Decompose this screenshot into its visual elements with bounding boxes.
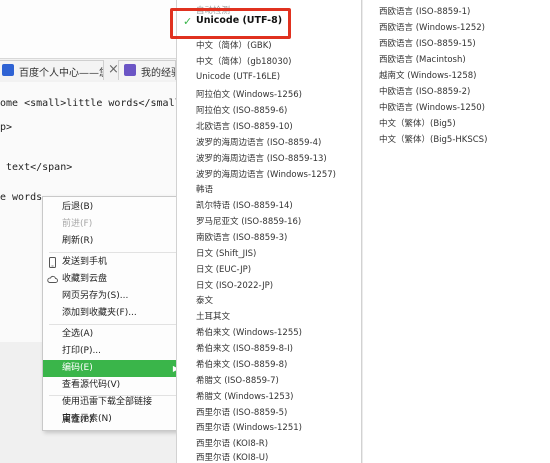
menu-item-label: 网页另存为(S)... (62, 291, 129, 301)
encoding-option[interactable]: 西里尔语 (Windows-1251) (196, 421, 361, 433)
encoding-option[interactable]: 西里尔语 (ISO-8859-5) (196, 406, 361, 418)
encoding-option[interactable]: 泰文 (196, 294, 361, 306)
encoding-option[interactable]: 波罗的海周边语言 (ISO-8859-4) (196, 136, 361, 148)
encoding-option[interactable]: 凯尔特语 (ISO-8859-14) (196, 199, 361, 211)
encoding-option[interactable]: 日文 (Shift_JIS) (196, 247, 361, 259)
tab-label: 百度个人中心——您在百... (19, 68, 103, 79)
encoding-option[interactable]: 中文（繁体）(Big5-HKSCS) (379, 133, 487, 145)
baidu-icon (2, 64, 14, 76)
encoding-option[interactable]: 中欧语言 (ISO-8859-2) (379, 85, 470, 97)
code-line: p> (0, 122, 13, 133)
code-line: ome <small>little words</small>. (0, 98, 193, 109)
menu-item-properties[interactable]: 属性(P) (43, 412, 186, 429)
encoding-option[interactable]: Unicode (UTF-16LE) (196, 72, 361, 82)
encoding-submenu: 自动检测 ✓ Unicode (UTF-8) 中文（简体）(GBK) 中文（简体… (176, 0, 362, 463)
menu-item-label: 前进(F) (62, 219, 93, 229)
encoding-option[interactable]: 西里尔语 (KOI8-U) (196, 451, 361, 463)
tab-my-experience[interactable]: 我的经验_个... (118, 60, 176, 80)
encoding-option[interactable]: 波罗的海周边语言 (Windows-1257) (196, 168, 361, 180)
menu-item-save-page-as[interactable]: 网页另存为(S)... (43, 288, 186, 305)
encoding-option[interactable]: 阿拉伯文 (Windows-1256) (196, 88, 361, 100)
encoding-option[interactable]: 日文 (ISO-2022-JP) (196, 279, 361, 291)
menu-item-back[interactable]: 后退(B) (43, 199, 186, 216)
tab-baidu-center[interactable]: 百度个人中心——您在百... (0, 60, 104, 80)
menu-item-label: 添加到收藏夹(F)... (62, 308, 137, 318)
menu-separator (49, 252, 179, 253)
encoding-submenu-column-2: 西欧语言 (ISO-8859-1) 西欧语言 (Windows-1252) 西欧… (362, 0, 550, 180)
menu-item-view-source[interactable]: 查看源代码(V) (43, 377, 186, 394)
menu-item-add-favorite[interactable]: 添加到收藏夹(F)... (43, 305, 186, 322)
menu-item-encoding[interactable]: 编码(E) ▶ (43, 360, 186, 377)
menu-separator (49, 324, 179, 325)
menu-item-send-to-phone[interactable]: 发送到手机 (43, 254, 186, 271)
menu-item-label: 收藏到云盘 (62, 274, 108, 284)
encoding-option[interactable]: 中文（简体）(gb18030) (196, 55, 361, 67)
menu-item-label: 后退(B) (62, 202, 94, 212)
selected-encoding-highlight-box (170, 8, 291, 39)
encoding-option[interactable]: 日文 (EUC-JP) (196, 263, 361, 275)
menu-item-label: 使用迅雷下载全部链接 (62, 397, 153, 407)
menu-item-refresh[interactable]: 刷新(R) (43, 233, 186, 250)
encoding-option[interactable]: 中文（繁体）(Big5) (379, 117, 456, 129)
menu-item-label: 刷新(R) (62, 236, 94, 246)
encoding-option[interactable]: 西欧语言 (Macintosh) (379, 53, 466, 65)
encoding-option[interactable]: 希伯来文 (ISO-8859-8-I) (196, 342, 361, 354)
menu-item-save-to-cloud[interactable]: 收藏到云盘 (43, 271, 186, 288)
menu-item-label: 打印(P)... (62, 346, 102, 356)
encoding-option[interactable]: 阿拉伯文 (ISO-8859-6) (196, 104, 361, 116)
menu-item-print[interactable]: 打印(P)... (43, 343, 186, 360)
encoding-option[interactable]: 西欧语言 (ISO-8859-15) (379, 37, 476, 49)
encoding-option[interactable]: 希腊文 (Windows-1253) (196, 390, 361, 402)
code-line: text</span> (0, 162, 73, 173)
encoding-option[interactable]: 西里尔语 (KOI8-R) (196, 437, 361, 449)
encoding-option[interactable]: 波罗的海周边语言 (ISO-8859-13) (196, 152, 361, 164)
encoding-option[interactable]: 北欧语言 (ISO-8859-10) (196, 120, 361, 132)
encoding-option[interactable]: 韩语 (196, 183, 361, 195)
encoding-option[interactable]: 希伯来文 (ISO-8859-8) (196, 358, 361, 370)
encoding-option[interactable]: 越南文 (Windows-1258) (379, 69, 476, 81)
context-menu: 后退(B) 前进(F) 刷新(R) 发送到手机 收藏到云盘 网页另存为(S)..… (42, 196, 187, 431)
phone-icon (49, 257, 56, 268)
encoding-option[interactable]: 罗马尼亚文 (ISO-8859-16) (196, 215, 361, 227)
menu-item-forward: 前进(F) (43, 216, 186, 233)
encoding-option[interactable]: 南欧语言 (ISO-8859-3) (196, 231, 361, 243)
encoding-option[interactable]: 土耳其文 (196, 310, 361, 322)
menu-item-thunder-download[interactable]: 使用迅雷下载全部链接 (43, 394, 186, 411)
encoding-option[interactable]: 希伯来文 (Windows-1255) (196, 326, 361, 338)
encoding-option[interactable]: 西欧语言 (Windows-1252) (379, 21, 485, 33)
encoding-option[interactable]: 西欧语言 (ISO-8859-1) (379, 5, 470, 17)
cloud-icon (47, 275, 58, 283)
tab-label: 我的经验_个... (141, 68, 175, 79)
encoding-option[interactable]: 中欧语言 (Windows-1250) (379, 101, 485, 113)
menu-item-label: 查看源代码(V) (62, 380, 121, 390)
encoding-option[interactable]: 中文（简体）(GBK) (196, 39, 361, 51)
code-line: e words. (0, 192, 49, 203)
menu-item-label: 属性(P) (62, 415, 93, 425)
menu-item-label: 全选(A) (62, 329, 94, 339)
menu-item-label: 发送到手机 (62, 257, 108, 267)
encoding-option[interactable]: 希腊文 (ISO-8859-7) (196, 374, 361, 386)
baidu-jingyan-icon (124, 64, 136, 76)
menu-item-select-all[interactable]: 全选(A) (43, 326, 186, 343)
menu-item-label: 编码(E) (62, 363, 93, 373)
